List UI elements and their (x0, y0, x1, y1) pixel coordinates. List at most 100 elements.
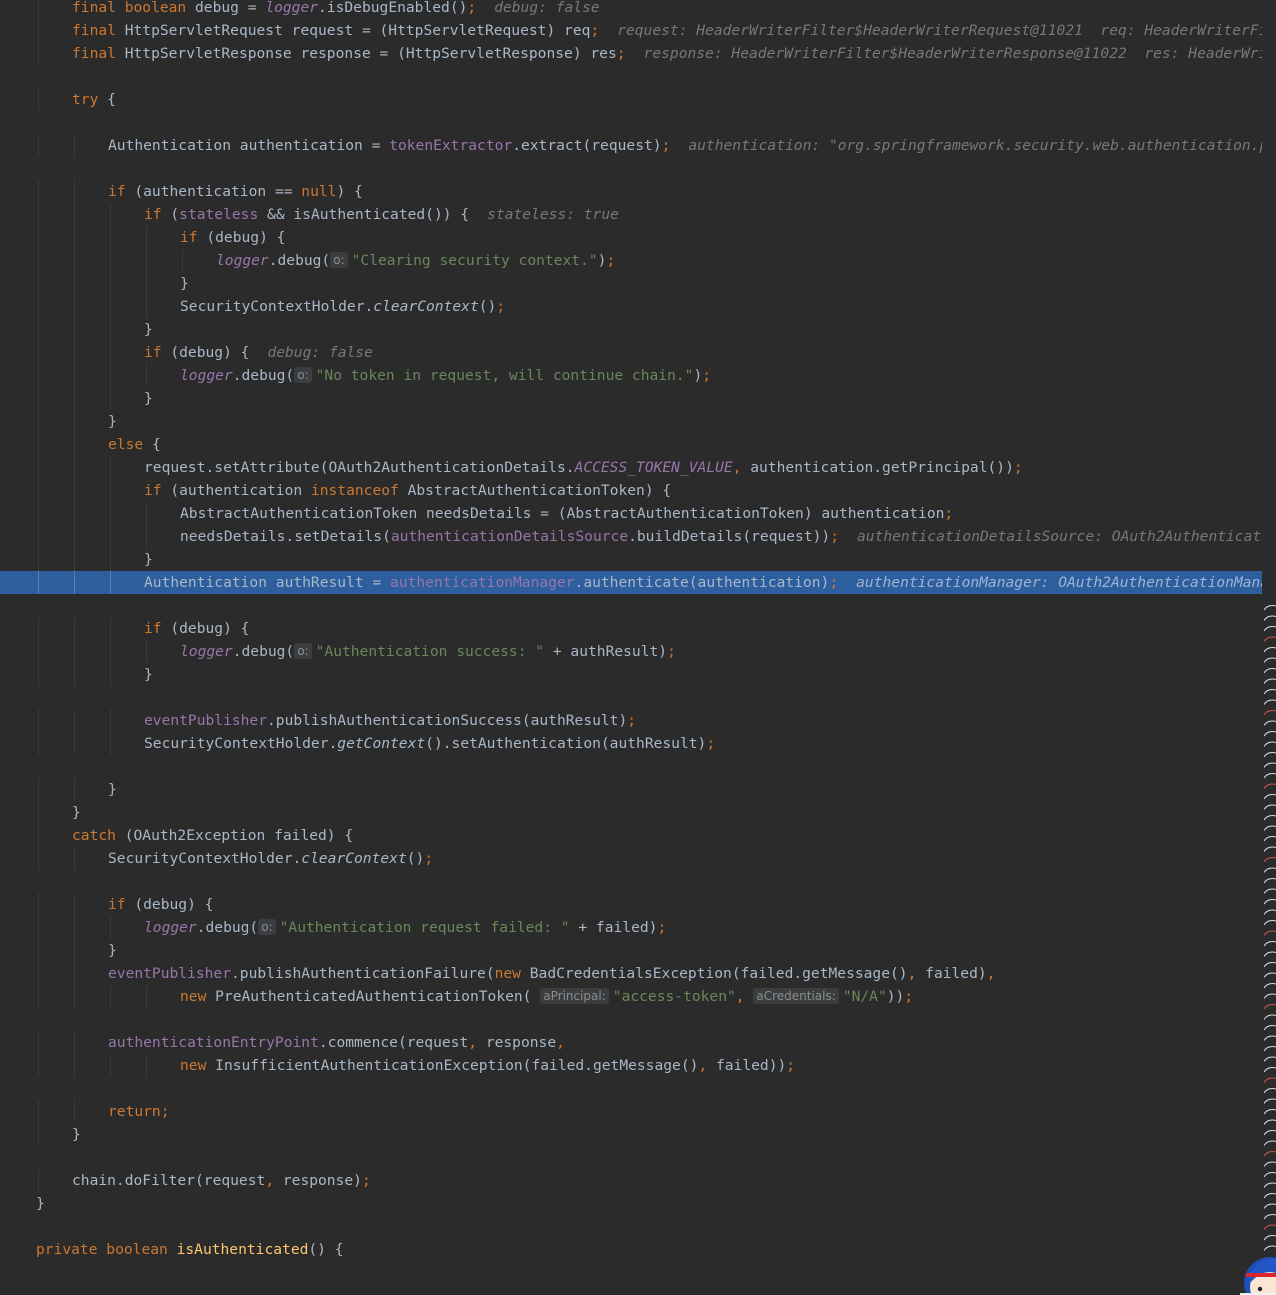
scrollbar-markers[interactable] (1262, 600, 1276, 1260)
code-token: PreAuthenticatedAuthenticationToken( (215, 988, 541, 1005)
current-execution-line[interactable]: Authentication authResult = authenticati… (0, 571, 1262, 594)
code-token: HttpServletResponse response = (HttpServ… (124, 45, 617, 62)
scrollbar-marker (1263, 762, 1276, 768)
code-line[interactable]: if (stateless && isAuthenticated()) {sta… (0, 203, 1262, 226)
code-line[interactable]: if (debug) { (0, 226, 1262, 249)
indent-guide (110, 203, 111, 226)
code-line[interactable]: if (authentication == null) { (0, 180, 1262, 203)
code-token: if (144, 620, 171, 637)
code-line[interactable]: authenticationEntryPoint.commence(reques… (0, 1031, 1262, 1054)
code-line[interactable]: if (debug) { (0, 893, 1262, 916)
code-token: if (108, 183, 135, 200)
code-line[interactable]: eventPublisher.publishAuthenticationSucc… (0, 709, 1262, 732)
code-line[interactable]: final boolean debug = logger.isDebugEnab… (0, 0, 1262, 19)
code-line[interactable] (0, 1215, 1262, 1238)
code-line[interactable]: } (0, 548, 1262, 571)
code-line[interactable]: private boolean isAuthenticated() { (0, 1238, 1262, 1261)
code-line[interactable] (0, 157, 1262, 180)
code-line[interactable]: } (0, 778, 1262, 801)
code-line[interactable]: needsDetails.setDetails(authenticationDe… (0, 525, 1262, 548)
code-line[interactable]: Authentication authentication = tokenExt… (0, 134, 1262, 157)
indent-guide (74, 962, 75, 985)
code-line[interactable]: final HttpServletResponse response = (Ht… (0, 42, 1262, 65)
indent-guide (74, 939, 75, 962)
code-line[interactable]: } (0, 801, 1262, 824)
indent-guide (110, 709, 111, 732)
scrollbar-marker (1263, 972, 1276, 978)
code-line[interactable]: } (0, 387, 1262, 410)
code-token: authenticationDetailsSource (390, 528, 629, 545)
code-line[interactable]: } (0, 272, 1262, 295)
code-line[interactable]: AbstractAuthenticationToken needsDetails… (0, 502, 1262, 525)
indent-guide (146, 249, 147, 272)
code-token: .commence(request (318, 1034, 469, 1051)
code-line[interactable]: logger.debug(o: "No token in request, wil… (0, 364, 1262, 387)
code-line[interactable]: if (authentication instanceof AbstractAu… (0, 479, 1262, 502)
code-line[interactable]: try { (0, 88, 1262, 111)
code-line[interactable] (0, 111, 1262, 134)
code-line[interactable] (0, 1077, 1262, 1100)
code-line[interactable]: if (debug) { (0, 617, 1262, 640)
code-line[interactable] (0, 594, 1262, 617)
code-line[interactable]: } (0, 939, 1262, 962)
code-line[interactable] (0, 755, 1262, 778)
indent-guide (74, 525, 75, 548)
code-line[interactable]: } (0, 1123, 1262, 1146)
code-line[interactable]: request.setAttribute(OAuth2Authenticatio… (0, 456, 1262, 479)
code-line[interactable]: logger.debug(o: "Clearing security contex… (0, 249, 1262, 272)
code-token: getContext (337, 735, 426, 752)
code-line[interactable]: logger.debug(o: "Authentication request f… (0, 916, 1262, 939)
code-token: BadCredentialsException(failed.getMessag… (529, 965, 908, 982)
code-token: } (72, 804, 81, 821)
code-token: .isDebugEnabled() (318, 0, 468, 16)
scrollbar-marker (1263, 836, 1276, 842)
code-token: boolean (106, 1241, 177, 1258)
code-line[interactable]: } (0, 410, 1262, 433)
code-token: ; (496, 298, 506, 315)
code-line[interactable]: } (0, 318, 1262, 341)
scrollbar-marker (1263, 720, 1276, 726)
code-token: } (108, 413, 117, 430)
code-line[interactable]: logger.debug(o: "Authentication success: … (0, 640, 1262, 663)
scrollbar-marker (1263, 1109, 1276, 1115)
code-line[interactable] (0, 686, 1262, 709)
code-token: "N/A" (842, 988, 887, 1005)
code-token: private (36, 1241, 107, 1258)
code-editor[interactable]: final boolean debug = logger.isDebugEnab… (0, 0, 1262, 1295)
code-token: ; (1013, 459, 1023, 476)
indent-guide (74, 203, 75, 226)
code-token: , (735, 988, 754, 1005)
code-line[interactable] (0, 870, 1262, 893)
code-line[interactable]: chain.doFilter(request, response); (0, 1169, 1262, 1192)
scrollbar-marker (1263, 909, 1276, 915)
scrollbar-marker (1263, 678, 1276, 684)
indent-guide (110, 479, 111, 502)
code-line[interactable] (0, 1008, 1262, 1031)
code-line[interactable]: if (debug) {debug: false (0, 341, 1262, 364)
code-line[interactable]: else { (0, 433, 1262, 456)
indent-guide (38, 1123, 39, 1146)
code-line[interactable]: SecurityContextHolder.clearContext(); (0, 295, 1262, 318)
code-line[interactable]: catch (OAuth2Exception failed) { (0, 824, 1262, 847)
code-line[interactable]: eventPublisher.publishAuthenticationFail… (0, 962, 1262, 985)
code-line[interactable]: new InsufficientAuthenticationException(… (0, 1054, 1262, 1077)
code-line[interactable] (0, 65, 1262, 88)
code-line[interactable]: SecurityContextHolder.clearContext(); (0, 847, 1262, 870)
code-line[interactable]: SecurityContextHolder.getContext().setAu… (0, 732, 1262, 755)
code-line[interactable] (0, 1146, 1262, 1169)
code-line[interactable]: } (0, 1192, 1262, 1215)
code-token: instanceof (310, 482, 408, 499)
indent-guide (38, 456, 39, 479)
code-line[interactable]: } (0, 663, 1262, 686)
code-line[interactable]: new PreAuthenticatedAuthenticationToken(… (0, 985, 1262, 1008)
code-token: (authentication == (134, 183, 302, 200)
indent-guide (146, 1054, 147, 1077)
code-line[interactable]: return; (0, 1100, 1262, 1123)
code-token: ; (944, 505, 954, 522)
parameter-hint: o: (330, 252, 348, 268)
code-line[interactable]: final HttpServletRequest request = (Http… (0, 19, 1262, 42)
scrollbar-marker (1263, 657, 1276, 663)
assistant-mascot-icon (1240, 1257, 1276, 1295)
scrollbar-marker (1263, 1193, 1276, 1199)
scrollbar-marker (1263, 983, 1276, 989)
